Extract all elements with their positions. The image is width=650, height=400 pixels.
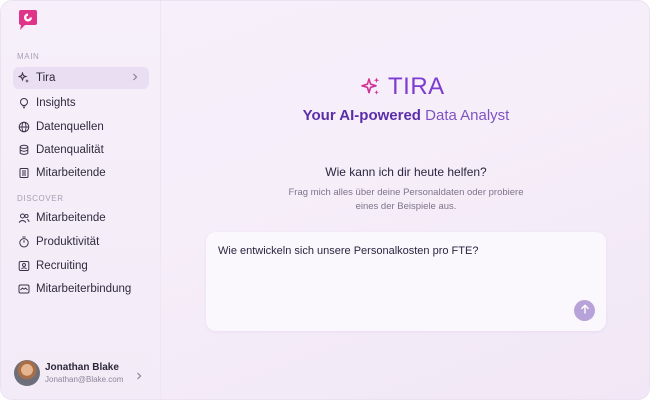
- send-button[interactable]: [574, 300, 595, 321]
- brand-header: TIRA: [360, 73, 445, 101]
- people-icon: [18, 212, 30, 224]
- sidebar-item-mitarbeiterbindung[interactable]: Mitarbeiterbindung: [13, 278, 149, 300]
- database-icon: [18, 144, 30, 156]
- tagline-light: Data Analyst: [425, 107, 510, 124]
- list-icon: [18, 167, 30, 179]
- handshake-icon: [18, 283, 30, 295]
- chevron-right-icon: [134, 368, 144, 380]
- sidebar-item-recruiting[interactable]: Recruiting: [13, 255, 149, 277]
- user-email: Jonathan@Blake.com: [45, 375, 124, 384]
- sidebar-item-label: Mitarbeitende: [36, 212, 106, 224]
- sidebar-item-datenquellen[interactable]: Datenquellen: [13, 116, 149, 138]
- help-heading: Wie kann ich dir heute helfen?: [325, 165, 487, 179]
- user-name: Jonathan Blake: [45, 362, 119, 373]
- prompt-input[interactable]: [218, 245, 588, 269]
- sidebar-item-label: Datenqualität: [36, 144, 104, 156]
- sidebar-item-label: Recruiting: [36, 260, 88, 272]
- lightbulb-icon: [18, 97, 30, 109]
- sidebar-item-label: Mitarbeiterbindung: [36, 283, 132, 295]
- chevron-right-icon: [130, 72, 140, 82]
- sidebar-item-discover-mitarbeitende[interactable]: Mitarbeitende: [13, 207, 149, 229]
- sparkles-icon: [18, 72, 30, 84]
- sidebar-item-datenqualitaet[interactable]: Datenqualität: [13, 139, 149, 161]
- prompt-box: [206, 232, 606, 331]
- sidebar-item-produktivitaet[interactable]: Produktivität: [13, 231, 149, 253]
- help-description: Frag mich alles über deine Personaldaten…: [288, 187, 524, 212]
- sidebar-item-mitarbeitende[interactable]: Mitarbeitende: [13, 162, 149, 184]
- sidebar-item-label: Datenquellen: [36, 121, 104, 133]
- sidebar-item-insights[interactable]: Insights: [13, 92, 149, 114]
- tagline-bold: Your AI-powered: [302, 107, 426, 124]
- sidebar-item-tira[interactable]: Tira: [13, 67, 149, 89]
- globe-icon: [18, 121, 30, 133]
- arrow-up-icon: [579, 302, 591, 320]
- tagline: Your AI-powered Data Analyst: [161, 107, 649, 124]
- id-card-icon: [18, 260, 30, 272]
- user-profile-card[interactable]: Jonathan Blake Jonathan@Blake.com: [9, 353, 153, 393]
- app-window: MAIN Tira Insights Datenquellen Datenqua…: [0, 0, 650, 400]
- section-label-discover: DISCOVER: [17, 194, 64, 203]
- sidebar-item-label: Tira: [36, 72, 56, 84]
- section-label-main: MAIN: [17, 52, 40, 61]
- sidebar-item-label: Mitarbeitende: [36, 167, 106, 179]
- chat-bubble-logo-icon[interactable]: [17, 9, 39, 31]
- sparkles-icon: [360, 76, 382, 98]
- stopwatch-icon: [18, 236, 30, 248]
- sidebar-item-label: Insights: [36, 97, 76, 109]
- brand-title: TIRA: [388, 73, 445, 100]
- avatar: [14, 360, 40, 386]
- sidebar-item-label: Produktivität: [36, 236, 100, 248]
- sidebar: MAIN Tira Insights Datenquellen Datenqua…: [1, 1, 161, 399]
